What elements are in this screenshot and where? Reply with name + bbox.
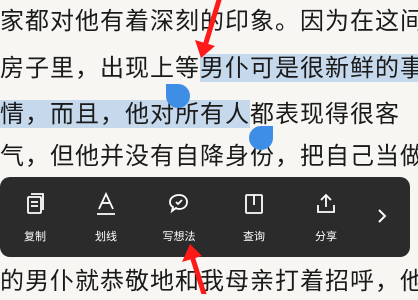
lookup-icon [240,190,268,218]
red-arrow-down-icon [195,0,222,58]
share-button[interactable]: 分享 [297,177,355,257]
share-label: 分享 [315,230,337,243]
text-line: 情，而且，他对所有人都表现得很客 [0,95,400,133]
selected-text[interactable]: 男仆可是很新鲜的事 [200,54,418,82]
lookup-label: 查询 [243,230,265,243]
red-arrow-up-icon [182,244,207,294]
text-segment: 都表现得很客 [250,100,400,128]
more-button[interactable] [370,201,394,231]
underline-label: 划线 [95,230,117,243]
note-icon [165,190,193,218]
copy-label: 复制 [24,230,46,243]
selection-end-handle[interactable] [249,126,273,150]
lookup-button[interactable]: 查询 [225,177,283,257]
text-segment: 房子里，出现上等 [0,54,200,82]
chevron-right-icon [378,209,387,223]
write-note-label: 写想法 [162,230,196,243]
copy-icon [21,190,49,218]
share-icon [312,190,340,218]
underline-icon [92,190,120,218]
underline-button[interactable]: 划线 [77,177,135,257]
copy-button[interactable]: 复制 [6,177,64,257]
selected-text[interactable]: 情，而且，他对所有人 [0,100,250,128]
text-line: 气，但他并没有自降身份，把自己当做 [0,137,418,175]
text-segment: 气，但他并没有自降身份，把自己当做 [0,142,418,170]
selection-start-handle[interactable] [166,84,190,108]
